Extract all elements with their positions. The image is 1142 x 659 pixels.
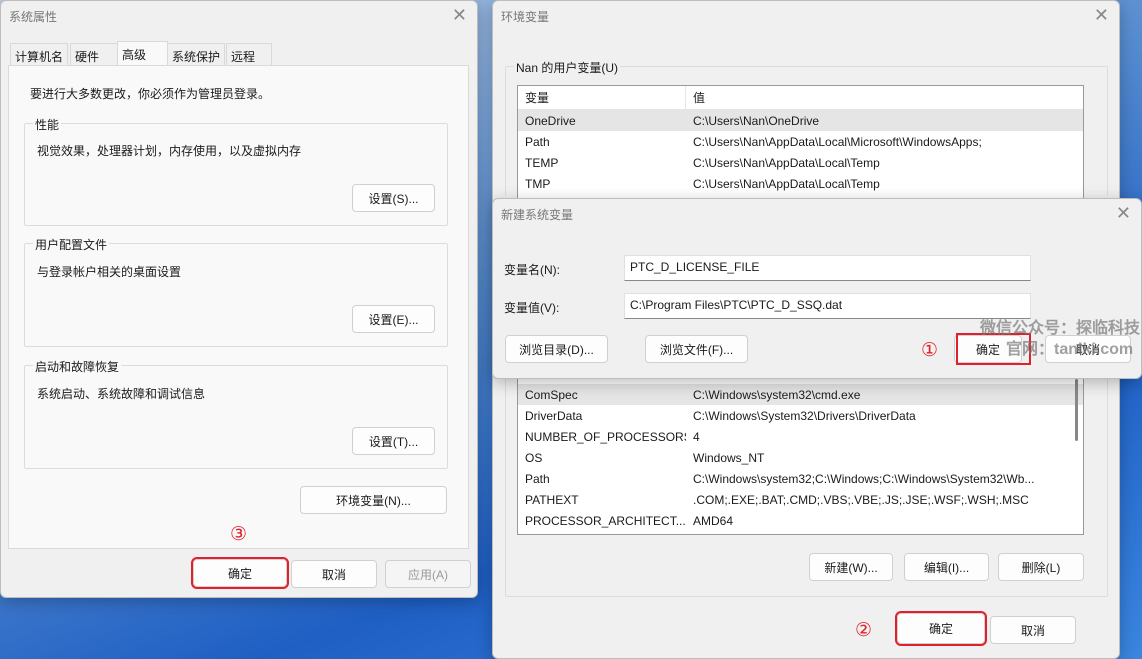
- browse-file-button[interactable]: 浏览文件(F)...: [645, 335, 748, 363]
- group-desc: 系统启动、系统故障和调试信息: [37, 387, 206, 401]
- cell: OS: [525, 450, 543, 465]
- table-row[interactable]: Path C:\Windows\system32;C:\Windows;C:\Wi…: [518, 468, 1083, 489]
- table-row[interactable]: ComSpec C:\Windows\system32\cmd.exe: [518, 384, 1083, 405]
- cell: C:\Windows\system32\cmd.exe: [693, 387, 861, 402]
- system-properties-dialog: 系统属性 ✕ 计算机名 硬件 高级 系统保护 远程 要进行大多数更改，你必须作为…: [0, 0, 478, 598]
- tab-hardware[interactable]: 硬件: [70, 43, 118, 65]
- cell: C:\Windows\System32\Drivers\DriverData: [693, 408, 916, 423]
- cell: Path: [525, 134, 550, 149]
- group-label: Nan 的用户变量(U): [514, 59, 621, 76]
- dialog-title: 系统属性: [9, 10, 58, 24]
- cell: TEMP: [525, 155, 559, 170]
- table-row[interactable]: PATHEXT .COM;.EXE;.BAT;.CMD;.VBS;.VBE;.JS…: [518, 489, 1083, 510]
- dialog-title: 新建系统变量: [501, 208, 574, 222]
- cell: C:\Users\Nan\OneDrive: [693, 113, 820, 128]
- step-2-marker: ②: [855, 620, 873, 641]
- step-3-marker: ③: [230, 524, 248, 545]
- close-icon[interactable]: ✕: [1094, 5, 1109, 26]
- cell: C:\Windows\system32;C:\Windows;C:\Window…: [693, 471, 1035, 486]
- system-variables-table: ComSpec C:\Windows\system32\cmd.exe Drive…: [517, 379, 1084, 535]
- environment-variables-button[interactable]: 环境变量(N)...: [300, 486, 447, 514]
- group-desc: 与登录帐户相关的桌面设置: [37, 265, 182, 279]
- new-button[interactable]: 新建(W)...: [809, 553, 893, 581]
- edit-button[interactable]: 编辑(I)...: [904, 553, 989, 581]
- cancel-button[interactable]: 取消: [291, 560, 377, 588]
- variable-name-input[interactable]: PTC_D_LICENSE_FILE: [624, 255, 1031, 281]
- apply-button[interactable]: 应用(A): [385, 560, 471, 588]
- group-label: 性能: [33, 116, 62, 133]
- ok-button[interactable]: 确定: [191, 557, 289, 589]
- cell: TMP: [525, 176, 551, 191]
- delete-button[interactable]: 删除(L): [998, 553, 1084, 581]
- ok-button[interactable]: 确定: [895, 611, 987, 646]
- scrollbar[interactable]: [1075, 379, 1078, 441]
- group-label: 启动和故障恢复: [33, 358, 122, 375]
- cell: NUMBER_OF_PROCESSORS: [525, 429, 686, 444]
- variable-value-input[interactable]: C:\Program Files\PTC\PTC_D_SSQ.dat: [624, 293, 1031, 319]
- cell: OneDrive: [525, 113, 576, 128]
- performance-group: 性能 视觉效果，处理器计划，内存使用，以及虚拟内存 设置(S)...: [24, 116, 448, 226]
- startup-recovery-group: 启动和故障恢复 系统启动、系统故障和调试信息 设置(T)...: [24, 358, 448, 469]
- admin-note: 要进行大多数更改，你必须作为管理员登录。: [30, 87, 271, 101]
- variable-name-label: 变量名(N):: [504, 263, 560, 277]
- tab-advanced[interactable]: 高级: [117, 41, 168, 67]
- table-row[interactable]: NUMBER_OF_PROCESSORS 4: [518, 426, 1083, 447]
- table-row[interactable]: OS Windows_NT: [518, 447, 1083, 468]
- performance-settings-button[interactable]: 设置(S)...: [352, 184, 435, 212]
- variable-value-label: 变量值(V):: [504, 301, 560, 315]
- cell: PATHEXT: [525, 492, 579, 507]
- browse-directory-button[interactable]: 浏览目录(D)...: [505, 335, 608, 363]
- tab-computer-name[interactable]: 计算机名: [10, 43, 69, 65]
- close-icon[interactable]: ✕: [452, 5, 467, 26]
- cell: C:\Users\Nan\AppData\Local\Temp: [693, 155, 880, 170]
- tab-remote[interactable]: 远程: [226, 43, 272, 65]
- group-desc: 视觉效果，处理器计划，内存使用，以及虚拟内存: [37, 144, 302, 158]
- table-row[interactable]: PROCESSOR_ARCHITECT... AMD64: [518, 510, 1083, 531]
- tab-system-protection[interactable]: 系统保护: [167, 43, 226, 65]
- cell: .COM;.EXE;.BAT;.CMD;.VBS;.VBE;.JS;.JSE;.…: [693, 492, 1029, 507]
- close-icon[interactable]: ✕: [1116, 203, 1131, 224]
- cancel-button[interactable]: 取消: [990, 616, 1076, 644]
- cell: 4: [693, 429, 700, 444]
- group-label: 用户配置文件: [33, 236, 110, 253]
- cell: AMD64: [693, 513, 734, 528]
- user-variables-table: 变量值 OneDrive C:\Users\Nan\OneDrive Path C:…: [517, 85, 1084, 205]
- table-row[interactable]: OneDrive C:\Users\Nan\OneDrive: [518, 110, 1083, 131]
- cell: C:\Users\Nan\AppData\Local\Temp: [693, 176, 880, 191]
- cell: Windows_NT: [693, 450, 765, 465]
- cell: DriverData: [525, 408, 583, 423]
- startup-settings-button[interactable]: 设置(T)...: [352, 427, 435, 455]
- profile-settings-button[interactable]: 设置(E)...: [352, 305, 435, 333]
- cell: C:\Users\Nan\AppData\Local\Microsoft\Win…: [693, 134, 982, 149]
- advanced-panel: 要进行大多数更改，你必须作为管理员登录。 性能 视觉效果，处理器计划，内存使用，…: [8, 65, 469, 549]
- watermark-line2: 官网：tanlki.com: [1006, 341, 1134, 358]
- cell: Path: [525, 471, 550, 486]
- new-system-variable-dialog: 新建系统变量 ✕ 变量名(N): PTC_D_LICENSE_FILE 变量值(…: [492, 198, 1142, 379]
- column-header-variable[interactable]: 变量: [518, 86, 686, 109]
- cell: PROCESSOR_ARCHITECT...: [525, 513, 686, 528]
- dialog-title: 环境变量: [501, 10, 550, 24]
- table-row[interactable]: TEMP C:\Users\Nan\AppData\Local\Temp: [518, 152, 1083, 173]
- step-1-marker: ①: [921, 340, 939, 361]
- cell: ComSpec: [525, 387, 578, 402]
- column-header-value[interactable]: 值: [686, 89, 705, 106]
- table-row[interactable]: TMP C:\Users\Nan\AppData\Local\Temp: [518, 173, 1083, 194]
- table-row[interactable]: DriverData C:\Windows\System32\Drivers\Dr…: [518, 405, 1083, 426]
- user-profile-group: 用户配置文件 与登录帐户相关的桌面设置 设置(E)...: [24, 236, 448, 347]
- table-row[interactable]: Path C:\Users\Nan\AppData\Local\Microsoft…: [518, 131, 1083, 152]
